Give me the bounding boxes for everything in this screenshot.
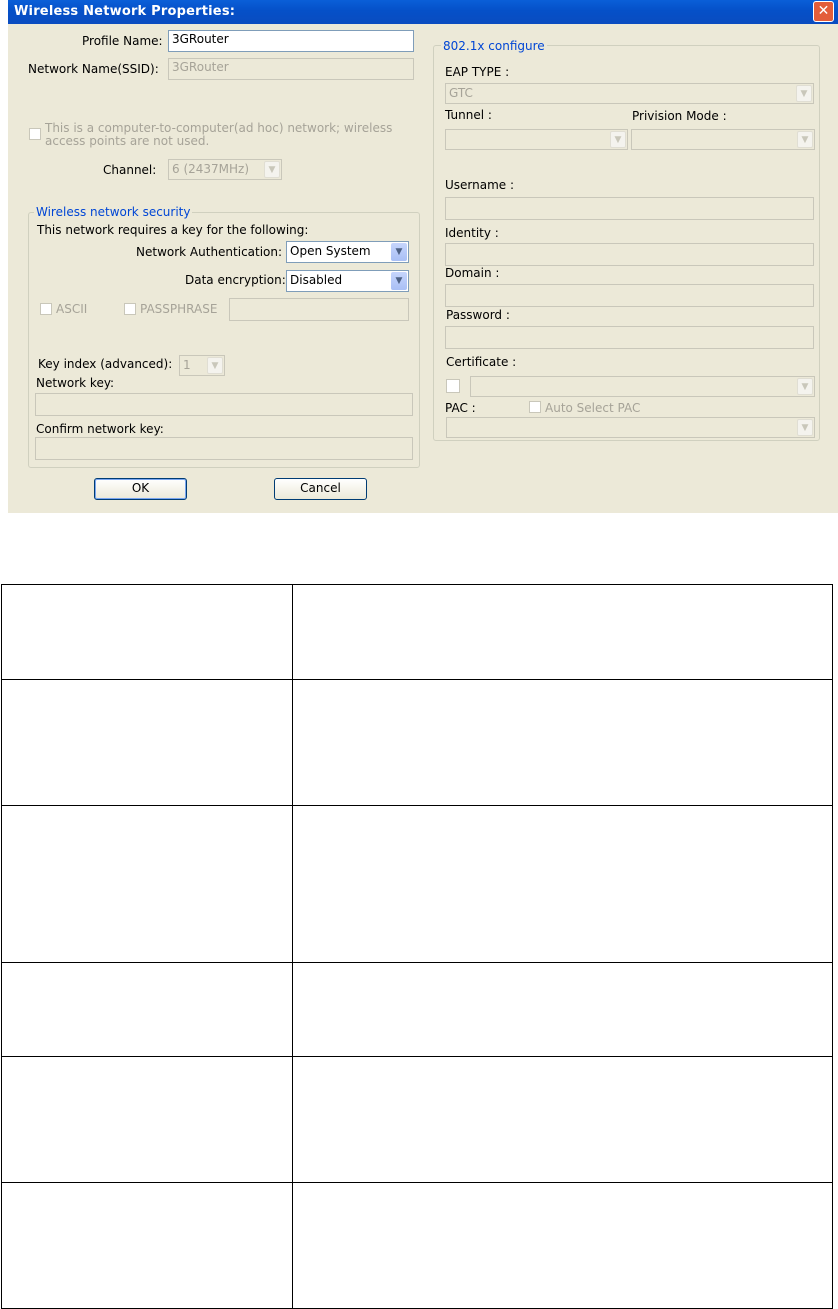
ssid-label: Network Name(SSID): bbox=[28, 62, 159, 76]
auth-value: Open System bbox=[290, 244, 371, 258]
table-cell bbox=[292, 679, 833, 806]
table-cell bbox=[1, 1056, 293, 1183]
table-row bbox=[1, 584, 833, 680]
chevron-down-icon: ▼ bbox=[207, 357, 223, 374]
table-cell bbox=[1, 1182, 293, 1309]
provision-mode-select[interactable]: ▼ bbox=[631, 129, 815, 150]
encryption-value: Disabled bbox=[290, 273, 343, 287]
table-cell bbox=[292, 805, 833, 963]
table-cell bbox=[1, 805, 293, 963]
table-cell bbox=[1, 584, 293, 680]
table-cell bbox=[292, 584, 833, 680]
encryption-select[interactable]: Disabled ▼ bbox=[286, 270, 409, 292]
eap-type-label: EAP TYPE : bbox=[445, 65, 510, 79]
chevron-down-icon: ▼ bbox=[391, 272, 407, 290]
table-row bbox=[1, 679, 833, 806]
table-row bbox=[1, 805, 833, 963]
eap-type-value: GTC bbox=[449, 86, 473, 100]
key-index-select[interactable]: 1 ▼ bbox=[179, 355, 225, 376]
tunnel-select[interactable]: ▼ bbox=[445, 129, 628, 150]
provision-mode-label: Privision Mode : bbox=[632, 109, 727, 123]
pac-select[interactable]: ▼ bbox=[446, 417, 815, 438]
chevron-down-icon: ▼ bbox=[797, 378, 813, 395]
key-index-value: 1 bbox=[183, 358, 191, 372]
certificate-label: Certificate : bbox=[446, 355, 517, 369]
domain-label: Domain : bbox=[445, 266, 500, 280]
passphrase-checkbox[interactable] bbox=[124, 303, 136, 315]
dot1x-group-title: 802.1x configure bbox=[441, 39, 547, 53]
network-key-label: Network key: bbox=[36, 376, 115, 390]
passphrase-label: PASSPHRASE bbox=[140, 302, 218, 316]
channel-select[interactable]: 6 (2437MHz) ▼ bbox=[168, 159, 282, 180]
description-table bbox=[1, 584, 833, 1309]
channel-label: Channel: bbox=[103, 163, 157, 177]
auth-select[interactable]: Open System ▼ bbox=[286, 241, 409, 263]
ascii-checkbox[interactable] bbox=[40, 303, 52, 315]
table-cell bbox=[292, 1056, 833, 1183]
certificate-checkbox[interactable] bbox=[446, 379, 460, 393]
cancel-button[interactable]: Cancel bbox=[274, 478, 367, 500]
requires-key-text: This network requires a key for the foll… bbox=[37, 223, 309, 237]
auto-pac-checkbox[interactable] bbox=[529, 401, 541, 413]
chevron-down-icon: ▼ bbox=[391, 243, 407, 261]
confirm-key-input[interactable] bbox=[35, 437, 413, 460]
table-cell bbox=[1, 962, 293, 1057]
password-input[interactable] bbox=[445, 326, 814, 349]
identity-label: Identity : bbox=[445, 226, 499, 240]
eap-type-select[interactable]: GTC ▼ bbox=[445, 83, 814, 104]
chevron-down-icon: ▼ bbox=[264, 161, 280, 178]
chevron-down-icon: ▼ bbox=[796, 85, 812, 102]
key-index-label: Key index (advanced): bbox=[38, 357, 173, 371]
table-row bbox=[1, 1182, 833, 1309]
table-cell bbox=[292, 962, 833, 1057]
table-cell bbox=[292, 1182, 833, 1309]
confirm-key-label: Confirm network key: bbox=[36, 422, 164, 436]
title-bar: Wireless Network Properties: ✕ bbox=[8, 0, 838, 24]
dialog-title: Wireless Network Properties: bbox=[14, 4, 236, 19]
pac-label: PAC : bbox=[445, 401, 476, 415]
profile-name-input[interactable]: 3GRouter bbox=[168, 30, 414, 52]
tunnel-label: Tunnel : bbox=[445, 108, 492, 122]
chevron-down-icon: ▼ bbox=[797, 131, 813, 148]
passphrase-input[interactable] bbox=[229, 298, 409, 321]
profile-name-label: Profile Name: bbox=[82, 34, 163, 48]
table-row bbox=[1, 1056, 833, 1183]
channel-value: 6 (2437MHz) bbox=[172, 162, 250, 176]
username-label: Username : bbox=[445, 178, 515, 192]
table-row bbox=[1, 962, 833, 1057]
identity-input[interactable] bbox=[445, 243, 814, 266]
auto-pac-label: Auto Select PAC bbox=[545, 401, 641, 415]
adhoc-text-line2: access points are not used. bbox=[45, 134, 210, 148]
password-label: Password : bbox=[446, 308, 510, 322]
username-input[interactable] bbox=[445, 197, 814, 220]
domain-input[interactable] bbox=[445, 284, 814, 307]
table-cell bbox=[1, 679, 293, 806]
close-button[interactable]: ✕ bbox=[813, 1, 834, 22]
certificate-select[interactable]: ▼ bbox=[470, 376, 815, 397]
adhoc-checkbox[interactable] bbox=[29, 128, 41, 140]
chevron-down-icon: ▼ bbox=[610, 131, 626, 148]
security-group-title: Wireless network security bbox=[34, 205, 193, 219]
auth-label: Network Authentication: bbox=[136, 245, 283, 259]
ssid-input[interactable]: 3GRouter bbox=[168, 58, 414, 80]
chevron-down-icon: ▼ bbox=[797, 419, 813, 436]
close-icon: ✕ bbox=[817, 3, 830, 19]
ok-button[interactable]: OK bbox=[94, 478, 187, 500]
encryption-label: Data encryption: bbox=[185, 273, 286, 287]
ascii-label: ASCII bbox=[56, 302, 88, 316]
network-key-input[interactable] bbox=[35, 393, 413, 416]
